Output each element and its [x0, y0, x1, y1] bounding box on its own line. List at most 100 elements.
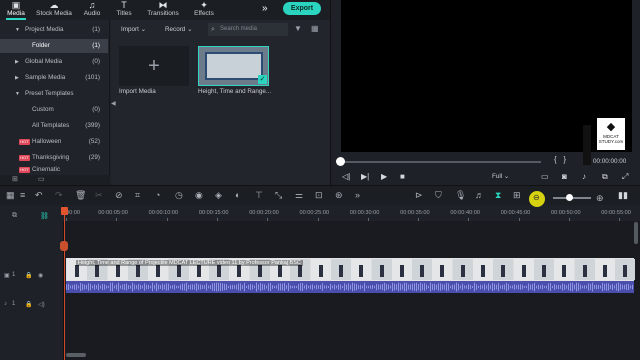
mask-icon[interactable]: ◐ [235, 190, 240, 201]
ruler-tick-label: 00:00:20:00 [249, 210, 279, 216]
timeline-ruler[interactable]: 00:00 00:00:05:00 00:00:10:00 00:00:15:00 00… [60, 207, 640, 221]
link-track-icon[interactable]: ⛓ [40, 212, 49, 220]
sidebar-item-halloween[interactable]: HOT Halloween (52) [0, 135, 108, 149]
motion-icon[interactable]: ⊛ [335, 190, 343, 201]
volume-icon[interactable]: ♪ [582, 172, 586, 181]
sidebar-item-all-templates[interactable]: All Templates (399) [0, 119, 108, 133]
menu-icon[interactable]: ≡ [20, 190, 25, 201]
new-folder-icon[interactable]: ⊞ [12, 175, 18, 183]
import-media-tile[interactable]: + [119, 46, 189, 86]
stop-icon[interactable]: ■ [400, 172, 405, 181]
adjust-icon[interactable]: ⚌ [295, 190, 303, 201]
shield-icon[interactable]: ⛉ [435, 190, 442, 201]
sidebar-item-custom[interactable]: Custom (0) [0, 103, 108, 117]
waveform-bar [140, 284, 141, 290]
panel-toggle-icon[interactable]: ▮▮ [618, 190, 628, 201]
waveform-bar [580, 284, 581, 290]
grid-view-icon[interactable]: ▦ [311, 24, 319, 33]
tab-effects[interactable]: ✦ Effects [186, 0, 222, 20]
waveform-bar [496, 284, 497, 290]
playhead-handle[interactable] [61, 207, 68, 215]
tab-stock-media[interactable]: ☁ Stock Media [32, 0, 76, 20]
text-tool-icon[interactable]: ⊤ [255, 190, 263, 201]
scrubber-handle[interactable] [336, 157, 345, 166]
waveform-bar [568, 283, 569, 291]
import-dropdown[interactable]: Import ⌄ [121, 24, 146, 35]
sidebar-item-folder[interactable]: Folder (1) [0, 39, 108, 53]
tag-icon[interactable]: ⊘ [115, 190, 123, 201]
color-icon[interactable]: ◉ [195, 190, 203, 201]
lock-icon[interactable]: 🔒 [25, 301, 32, 308]
fullscreen-icon[interactable]: ⤢ [622, 172, 628, 182]
audio-mixer-icon[interactable]: ♬ [475, 190, 484, 201]
filter-icon[interactable]: ▼ [294, 24, 302, 33]
playhead[interactable] [64, 208, 65, 360]
waveform-bar [192, 284, 193, 290]
sidebar-item-project-media[interactable]: ▼ Project Media (1) [0, 23, 108, 37]
media-clip-thumbnail[interactable]: ✓ [198, 46, 269, 86]
zoom-slider-handle[interactable] [566, 194, 573, 201]
sidebar-item-thanksgiving[interactable]: HOT Thanksgiving (29) [0, 151, 108, 165]
layout-icon[interactable]: ▦ [6, 190, 15, 201]
waveform-bar [98, 283, 99, 291]
timer-icon[interactable]: ◷ [175, 190, 183, 201]
more-tabs-icon[interactable]: » [262, 3, 268, 14]
link-icon[interactable]: ⧗ [495, 190, 501, 201]
tab-titles[interactable]: T Titles [108, 0, 140, 20]
zoom-out-icon[interactable]: ⊖ [533, 193, 540, 202]
preview-side-bar [583, 125, 591, 165]
zoom-in-icon[interactable]: ⊕ [596, 193, 604, 204]
tab-audio[interactable]: ♫ Audio [76, 0, 108, 20]
resize-icon[interactable]: ⤡ [275, 190, 282, 201]
render-icon[interactable]: ⊳ [415, 190, 423, 201]
eye-icon[interactable]: ◉ [38, 272, 43, 279]
record-dropdown[interactable]: Record ⌄ [165, 24, 192, 35]
waveform-bar [122, 284, 123, 290]
undo-icon[interactable]: ↶ [35, 190, 43, 201]
camera-icon[interactable]: ◙ [562, 172, 567, 181]
stabilize-icon[interactable]: ⊡ [315, 190, 323, 201]
audio-waveform[interactable] [66, 281, 634, 293]
play-icon[interactable]: ▶ [381, 172, 387, 181]
speaker-icon[interactable]: ◁) [38, 301, 45, 308]
waveform-bar [290, 285, 291, 289]
waveform-bar [134, 284, 135, 290]
add-track-icon[interactable]: ⧉ [12, 212, 17, 220]
crop-tool-icon[interactable]: ⌗ [135, 190, 140, 201]
waveform-bar [160, 285, 161, 289]
quality-dropdown[interactable]: Full ⌄ [492, 173, 509, 180]
speed-icon[interactable]: ◔ [155, 190, 160, 201]
step-back-icon[interactable]: ◁| [342, 172, 350, 181]
green-screen-icon[interactable]: ◈ [215, 190, 222, 201]
folder-icon[interactable]: ▭ [38, 175, 45, 183]
mark-in-out-icons[interactable]: { } [554, 155, 566, 164]
preview-scrubber[interactable] [341, 161, 541, 163]
tab-media[interactable]: ▣ Media [0, 0, 32, 20]
collapse-panel-icon[interactable]: ◀ [111, 100, 116, 107]
sidebar-item-global-media[interactable]: ▶ Global Media (0) [0, 55, 108, 69]
sidebar-item-cinematic[interactable]: HOT Cinematic [0, 166, 108, 174]
sidebar-item-sample-media[interactable]: ▶ Sample Media (101) [0, 71, 108, 85]
ruler-tick-label: 00:00 [66, 210, 80, 216]
waveform-bar [352, 282, 353, 292]
redo-icon[interactable]: ↷ [55, 190, 63, 201]
waveform-bar [330, 283, 331, 291]
waveform-bar [532, 284, 533, 290]
lock-icon[interactable]: 🔒 [25, 272, 32, 279]
delete-icon[interactable]: 🗑 [75, 190, 86, 201]
export-button[interactable]: Export [283, 2, 321, 15]
tab-transitions[interactable]: ⧓ Transitions [140, 0, 186, 20]
prev-frame-icon[interactable]: ▶| [361, 172, 369, 181]
display-icon[interactable]: ▭ [541, 172, 549, 181]
microphone-icon[interactable]: 🎙 [455, 190, 466, 201]
horizontal-scrollbar[interactable] [66, 353, 86, 357]
vertical-scrollbar[interactable] [634, 222, 638, 244]
search-input[interactable]: ⌕ Search media [208, 23, 288, 36]
snapshot-icon[interactable]: ⊞ [513, 190, 521, 201]
waveform-bar [524, 285, 525, 289]
crop-icon[interactable]: ⧉ [602, 172, 608, 182]
sidebar-item-preset-templates[interactable]: ▼ Preset Templates [0, 87, 108, 101]
more-tools-icon[interactable]: » [355, 190, 360, 201]
waveform-bar [326, 285, 327, 289]
cut-icon[interactable]: ✂ [95, 190, 103, 201]
